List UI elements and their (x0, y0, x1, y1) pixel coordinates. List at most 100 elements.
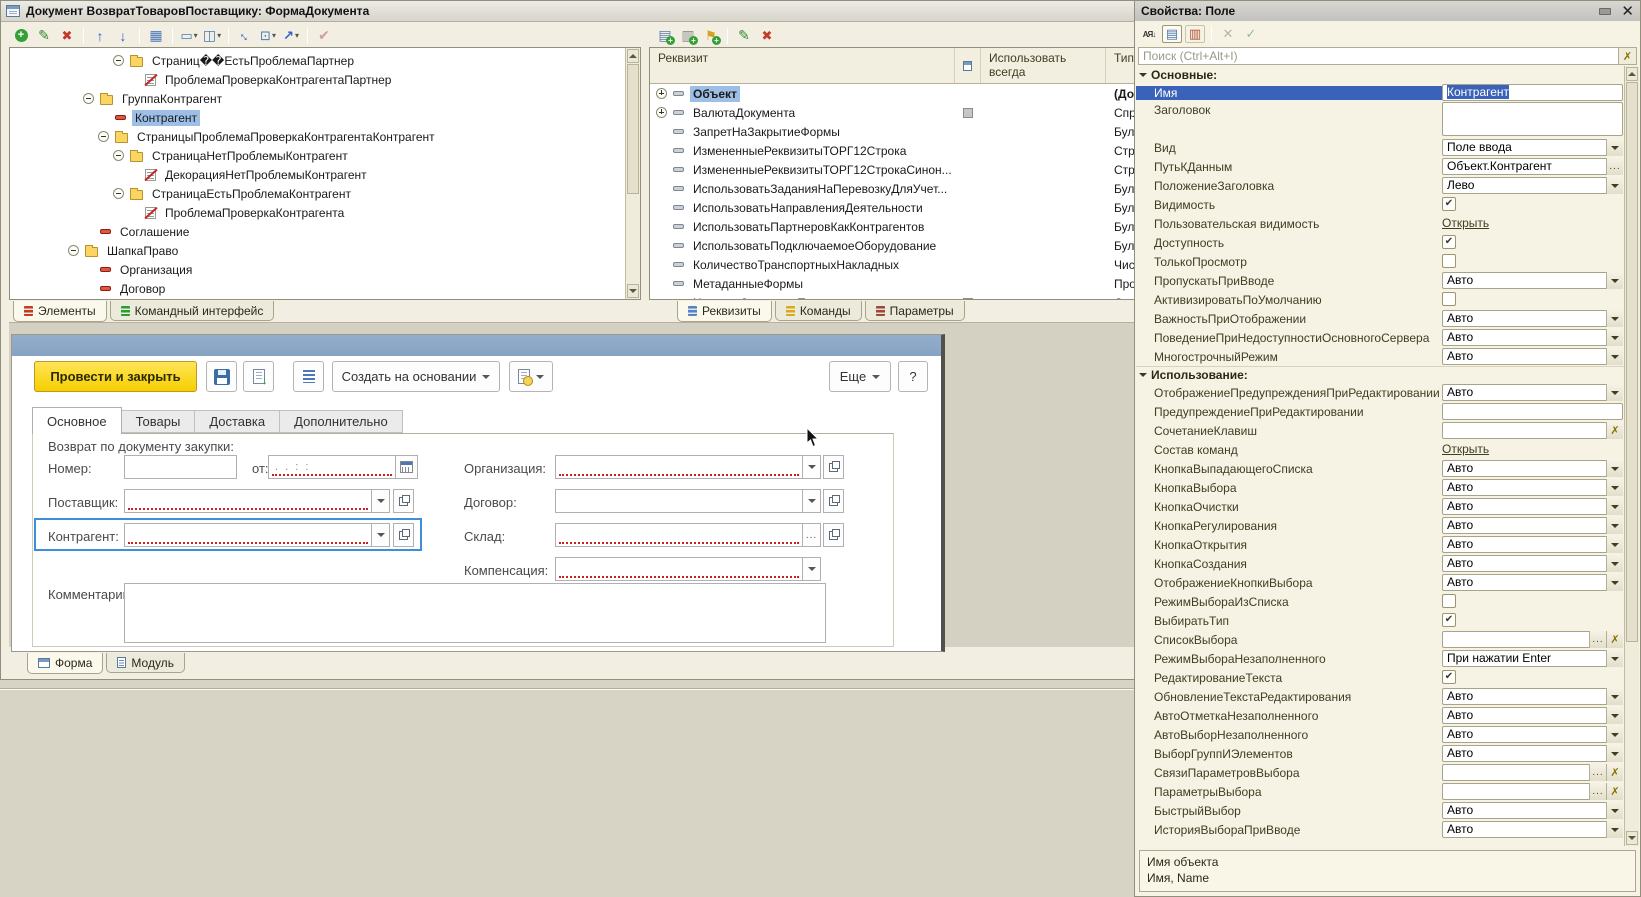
property-label[interactable]: МногострочныйРежим (1136, 350, 1442, 364)
collapse-icon[interactable] (113, 150, 124, 161)
tab-requisites[interactable]: Реквизиты (677, 301, 772, 322)
move-up-icon[interactable] (90, 27, 110, 45)
property-value-field[interactable]: Авто (1442, 272, 1623, 289)
tree-item[interactable]: СтраницаЕстьПроблемаКонтрагент (10, 184, 624, 203)
resize-h-icon[interactable] (258, 27, 278, 45)
dropdown-button[interactable] (1606, 498, 1623, 515)
compensation-input[interactable] (555, 557, 803, 581)
form-tab-extra[interactable]: Дополнительно (280, 410, 403, 433)
property-label[interactable]: ОбновлениеТекстаРедактирования (1136, 690, 1442, 704)
dropdown-button[interactable] (1606, 536, 1623, 553)
collapse-icon[interactable] (98, 131, 109, 142)
property-value-field[interactable]: Авто (1442, 574, 1623, 591)
property-open-link[interactable]: Открыть (1442, 216, 1489, 230)
property-label[interactable]: ВыбиратьТип (1136, 614, 1442, 628)
supplier-dropdown-button[interactable] (371, 489, 390, 513)
scroll-down-icon[interactable] (1626, 831, 1638, 845)
supplier-open-button[interactable] (393, 489, 414, 513)
property-label[interactable]: КнопкаОчистки (1136, 500, 1442, 514)
properties-title-bar[interactable]: Свойства: Поле ✕ (1135, 1, 1640, 21)
dropdown-button[interactable] (1606, 460, 1623, 477)
property-label[interactable]: ПропускатьПриВводе (1136, 274, 1442, 288)
scroll-thumb[interactable] (627, 64, 639, 194)
tree-item[interactable]: Организация (10, 260, 624, 279)
tree-item[interactable]: Договор (10, 279, 624, 298)
scroll-down-icon[interactable] (627, 284, 639, 298)
add-copy-icon[interactable] (678, 27, 698, 45)
property-value-field[interactable]: Авто (1442, 555, 1623, 572)
lookup-button[interactable]: ... (1589, 764, 1606, 781)
collapse-icon[interactable] (113, 55, 124, 66)
property-label[interactable]: АктивизироватьПоУмолчанию (1136, 293, 1442, 307)
contract-open-button[interactable] (823, 489, 844, 513)
property-value-field[interactable]: Авто (1442, 310, 1623, 327)
property-label[interactable]: КнопкаОткрытия (1136, 538, 1442, 552)
resize-d-icon[interactable] (281, 27, 301, 45)
property-value-field[interactable]: Авто (1442, 329, 1623, 346)
swap-icon[interactable] (235, 27, 255, 45)
use-always-checkbox[interactable] (963, 298, 973, 301)
check-icon[interactable] (314, 27, 334, 45)
delete-icon[interactable] (757, 27, 777, 45)
property-checkbox[interactable] (1442, 292, 1456, 306)
property-label[interactable]: БыстрыйВыбор (1136, 804, 1442, 818)
property-label[interactable]: КнопкаРегулирования (1136, 519, 1442, 533)
dropdown-button[interactable] (1606, 821, 1623, 838)
property-value-field[interactable]: Авто (1442, 479, 1623, 496)
form-tab-goods[interactable]: Товары (122, 410, 196, 433)
scroll-up-icon[interactable] (1626, 67, 1638, 81)
tree-item[interactable]: ДекорацияНетПроблемыКонтрагент (10, 165, 624, 184)
property-value-field[interactable]: Авто (1442, 707, 1623, 724)
property-value-field[interactable]: Лево (1442, 177, 1623, 194)
dropdown-button[interactable] (1606, 329, 1623, 346)
add-attribute-icon[interactable] (655, 27, 675, 45)
property-value-field[interactable]: Авто (1442, 688, 1623, 705)
tab-commands[interactable]: Команды (775, 301, 862, 321)
property-label[interactable]: ИсторияВыбораПриВводе (1136, 823, 1442, 837)
dropdown-button[interactable] (1606, 802, 1623, 819)
collapse-icon[interactable] (83, 93, 94, 104)
dropdown-button[interactable] (1606, 650, 1623, 667)
property-value-field[interactable]: Контрагент (1442, 84, 1623, 101)
dropdown-button[interactable] (1606, 726, 1623, 743)
property-label[interactable]: ВыборГруппИЭлементов (1136, 747, 1442, 761)
property-label[interactable]: СвязиПараметровВыбора (1136, 766, 1442, 780)
dropdown-button[interactable] (1606, 384, 1623, 401)
document-journal-button[interactable] (509, 361, 553, 392)
property-label[interactable]: КнопкаСоздания (1136, 557, 1442, 571)
expand-icon[interactable] (656, 107, 667, 118)
clear-button[interactable]: ✗ (1606, 764, 1623, 781)
column-header-form-icon[interactable] (955, 48, 981, 83)
tree-scrollbar[interactable] (625, 48, 640, 299)
tree-item[interactable]: Соглашение (10, 222, 624, 241)
move-down-icon[interactable] (113, 27, 133, 45)
form-tab-delivery[interactable]: Доставка (195, 410, 280, 433)
add-flag-icon[interactable] (701, 27, 721, 45)
tree-item[interactable]: Страниц��ЕстьПроблемаПартнер (10, 51, 624, 70)
property-value-field[interactable]: Авто (1442, 460, 1623, 477)
column-header-use-always[interactable]: Использовать всегда (981, 48, 1106, 83)
contract-input[interactable] (555, 489, 803, 513)
property-label[interactable]: ПоложениеЗаголовка (1136, 179, 1442, 193)
counterparty-dropdown-button[interactable] (371, 523, 390, 547)
preview-icon[interactable] (179, 27, 199, 45)
property-value-field[interactable]: Авто (1442, 802, 1623, 819)
counterparty-input[interactable] (124, 523, 372, 547)
tree-item[interactable]: ПроблемаПроверкаКонтрагента (10, 203, 624, 222)
form-tab-main[interactable]: Основное (32, 407, 122, 434)
dropdown-button[interactable] (1606, 177, 1623, 194)
property-label[interactable]: ОтображениеПредупрежденияПриРедактирован… (1136, 386, 1442, 400)
property-label[interactable]: Имя (1136, 86, 1442, 100)
property-label[interactable]: АвтоВыборНезаполненного (1136, 728, 1442, 742)
organization-open-button[interactable] (823, 455, 844, 479)
tree-item[interactable]: СтраницаНетПроблемыКонтрагент (10, 146, 624, 165)
property-label[interactable]: СписокВыбора (1136, 633, 1442, 647)
save-button[interactable] (206, 361, 237, 392)
lookup-button[interactable]: ... (1589, 783, 1606, 800)
dropdown-button[interactable] (1606, 479, 1623, 496)
dropdown-button[interactable] (1606, 555, 1623, 572)
tree-item[interactable]: ГруппаКонтрагент (10, 89, 624, 108)
calendar-button[interactable] (395, 455, 418, 479)
number-input[interactable] (124, 455, 237, 479)
edit-icon[interactable] (734, 27, 754, 45)
